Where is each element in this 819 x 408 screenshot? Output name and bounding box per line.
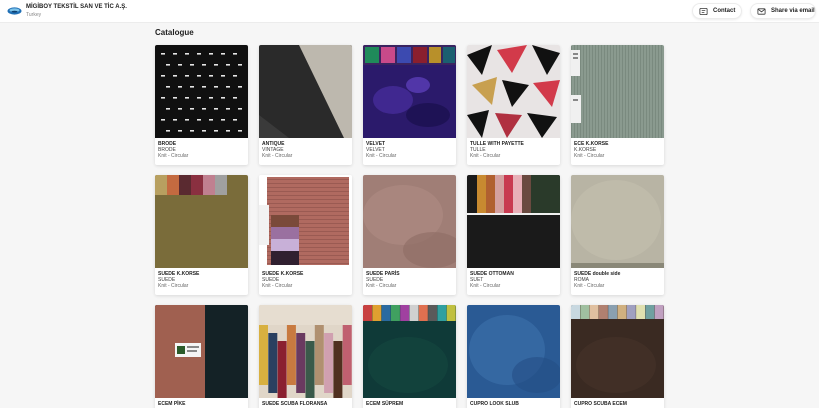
fabric-image[interactable] — [571, 175, 664, 268]
product-knit-type: Knit - Circular — [262, 283, 293, 289]
fabric-image[interactable] — [259, 305, 352, 398]
fabric-image[interactable] — [363, 305, 456, 398]
product-card[interactable]: BRODE BRODE Knit - Circular — [155, 45, 248, 165]
top-header: MİGİBOY TEKSTİL SAN VE TİC A.Ş. Turkey C… — [0, 0, 819, 23]
product-knit-type: Knit - Circular — [470, 153, 501, 159]
product-title: ECEM SÜPREM — [366, 401, 404, 407]
fabric-image[interactable] — [259, 45, 352, 138]
product-knit-type: Knit - Circular — [470, 283, 501, 289]
product-title: ECEM PİKE — [158, 401, 186, 407]
product-card[interactable]: ANTIQUE VINTAGE Knit - Circular — [259, 45, 352, 165]
fabric-image[interactable] — [155, 45, 248, 138]
fabric-image[interactable] — [155, 175, 248, 268]
product-card[interactable]: ECE K.KORSE K.KORSE Knit - Circular — [571, 45, 664, 165]
product-grid: BRODE BRODE Knit - Circular ANTIQUE VINT… — [155, 45, 667, 408]
product-card[interactable]: SUEDE K.KORSE SUEDE Knit - Circular — [155, 175, 248, 295]
product-knit-type: Knit - Circular — [574, 283, 605, 289]
product-card[interactable]: TULLE WITH PAYETTE TULLE Knit - Circular — [467, 45, 560, 165]
fabric-image[interactable] — [467, 175, 560, 268]
product-knit-type: Knit - Circular — [366, 283, 397, 289]
product-knit-type: Knit - Circular — [574, 153, 605, 159]
catalogue-heading: Catalogue — [155, 28, 194, 37]
product-knit-type: Knit - Circular — [366, 153, 397, 159]
envelope-icon — [757, 7, 766, 15]
product-card[interactable]: ECEM PİKE — [155, 305, 248, 408]
fabric-image[interactable] — [571, 45, 664, 138]
company-country: Turkey — [26, 12, 42, 18]
product-card[interactable]: CUPRO SCUBA ECEM — [571, 305, 664, 408]
product-card[interactable]: SUEDE PARİS SUEDE Knit - Circular — [363, 175, 456, 295]
product-card[interactable]: SUEDE SCUBA FLORANSA — [259, 305, 352, 408]
product-title: CUPRO SCUBA ECEM — [574, 401, 627, 407]
contact-card-icon — [699, 7, 708, 15]
company-name: MİGİBOY TEKSTİL SAN VE TİC A.Ş. — [26, 4, 127, 10]
product-knit-type: Knit - Circular — [262, 153, 293, 159]
fabric-image[interactable] — [571, 305, 664, 398]
share-via-email-button[interactable]: Share via email — [750, 3, 816, 19]
product-card[interactable]: SUEDE K.KORSE SUEDE Knit - Circular — [259, 175, 352, 295]
company-logo-icon — [7, 7, 22, 15]
product-knit-type: Knit - Circular — [158, 153, 189, 159]
product-title: SUEDE SCUBA FLORANSA — [262, 401, 328, 407]
fabric-image[interactable] — [467, 305, 560, 398]
product-card[interactable]: SUEDE OTTOMAN SUET Knit - Circular — [467, 175, 560, 295]
contact-button[interactable]: Contact — [692, 3, 742, 19]
product-knit-type: Knit - Circular — [158, 283, 189, 289]
product-card[interactable]: VELVET VELVET Knit - Circular — [363, 45, 456, 165]
fabric-image[interactable] — [155, 305, 248, 398]
product-title: CUPRO LOOK SLUB — [470, 401, 519, 407]
fabric-image[interactable] — [259, 175, 352, 268]
contact-label: Contact — [713, 8, 736, 14]
fabric-image[interactable] — [363, 45, 456, 138]
product-card[interactable]: SUEDE double side ROMA Knit - Circular — [571, 175, 664, 295]
share-via-email-label: Share via email — [771, 8, 815, 14]
product-card[interactable]: ECEM SÜPREM — [363, 305, 456, 408]
fabric-image[interactable] — [363, 175, 456, 268]
product-card[interactable]: CUPRO LOOK SLUB — [467, 305, 560, 408]
fabric-image[interactable] — [467, 45, 560, 138]
